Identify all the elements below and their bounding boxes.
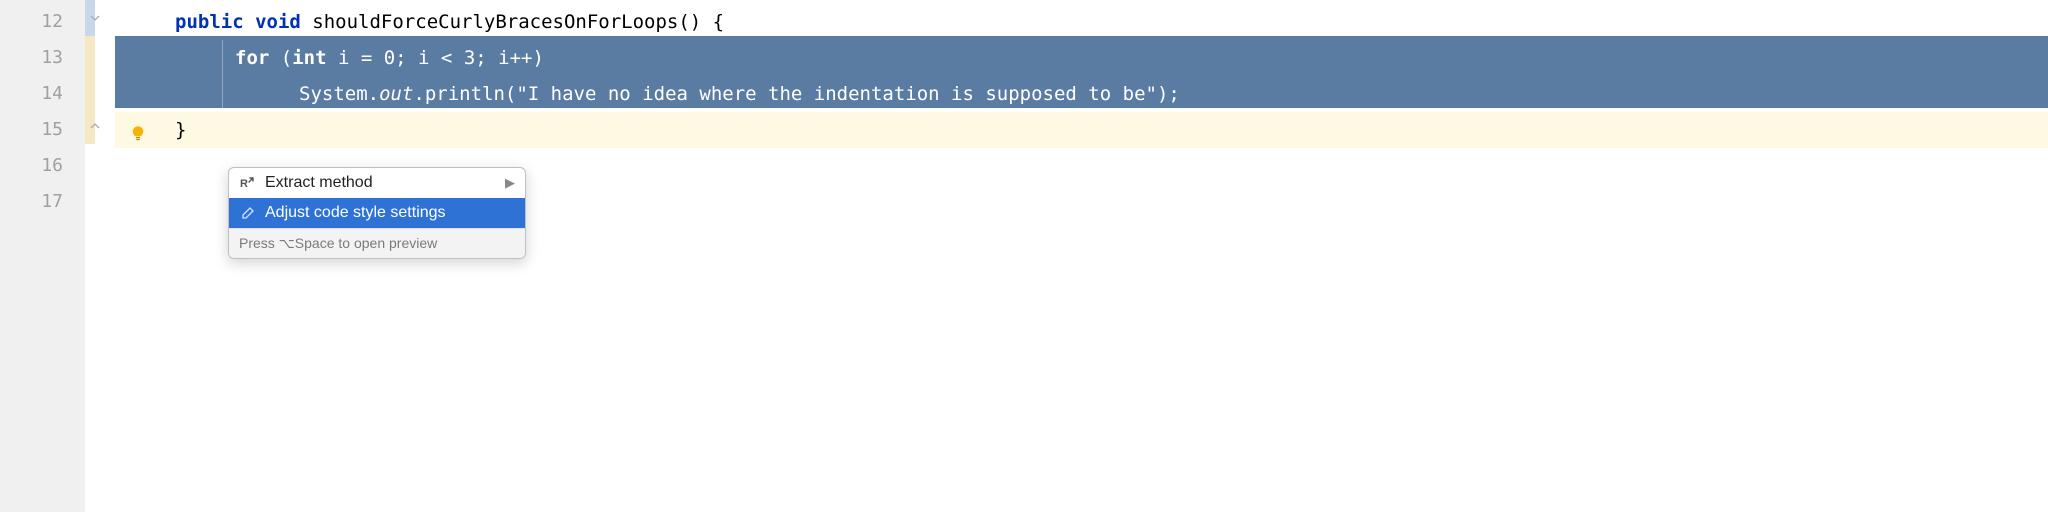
identifier: shouldForceCurlyBracesOnForLoops() {	[301, 11, 724, 33]
intention-bulb-icon[interactable]	[129, 118, 153, 142]
line-number: 14	[0, 76, 85, 112]
keyword: for	[235, 47, 269, 69]
intention-item-adjust-code-style[interactable]: Adjust code style settings	[229, 198, 525, 228]
keyword: int	[292, 47, 326, 69]
fold-marker-icon[interactable]	[87, 118, 103, 134]
intention-item-label: Extract method	[265, 174, 373, 192]
svg-text:R: R	[240, 178, 248, 190]
code-editor[interactable]: public void shouldForceCurlyBracesOnForL…	[115, 0, 2048, 512]
keyword: void	[255, 11, 301, 33]
line-number: 16	[0, 148, 85, 184]
refactor-icon: R	[239, 174, 257, 192]
intention-popup-hint: Press ⌥Space to open preview	[229, 228, 525, 258]
submenu-arrow-icon: ▶	[505, 175, 515, 191]
line-number: 17	[0, 184, 85, 220]
code-line[interactable]: public void shouldForceCurlyBracesOnForL…	[115, 4, 2048, 40]
line-number: 12	[0, 4, 85, 40]
code-line-current[interactable]: }	[115, 112, 2048, 148]
intention-item-extract-method[interactable]: R Extract method ▶	[229, 168, 525, 198]
code-line[interactable]: for (int i = 0; i < 3; i++)	[115, 40, 2048, 76]
change-marker-column	[85, 0, 115, 512]
line-number: 13	[0, 40, 85, 76]
brace: }	[175, 119, 186, 141]
intention-item-label: Adjust code style settings	[265, 204, 446, 222]
fold-marker-icon[interactable]	[87, 10, 103, 26]
edit-icon	[239, 204, 257, 222]
keyword: public	[175, 11, 244, 33]
code-line[interactable]: System.out.println("I have no idea where…	[115, 76, 2048, 112]
intention-popup: R Extract method ▶ Adjust code style set…	[228, 167, 526, 259]
field-reference: out	[379, 83, 413, 105]
line-number: 15	[0, 112, 85, 148]
line-number-gutter: 12 13 14 15 16 17	[0, 0, 85, 512]
string-literal: "I have no idea where the indentation is…	[516, 83, 1157, 105]
